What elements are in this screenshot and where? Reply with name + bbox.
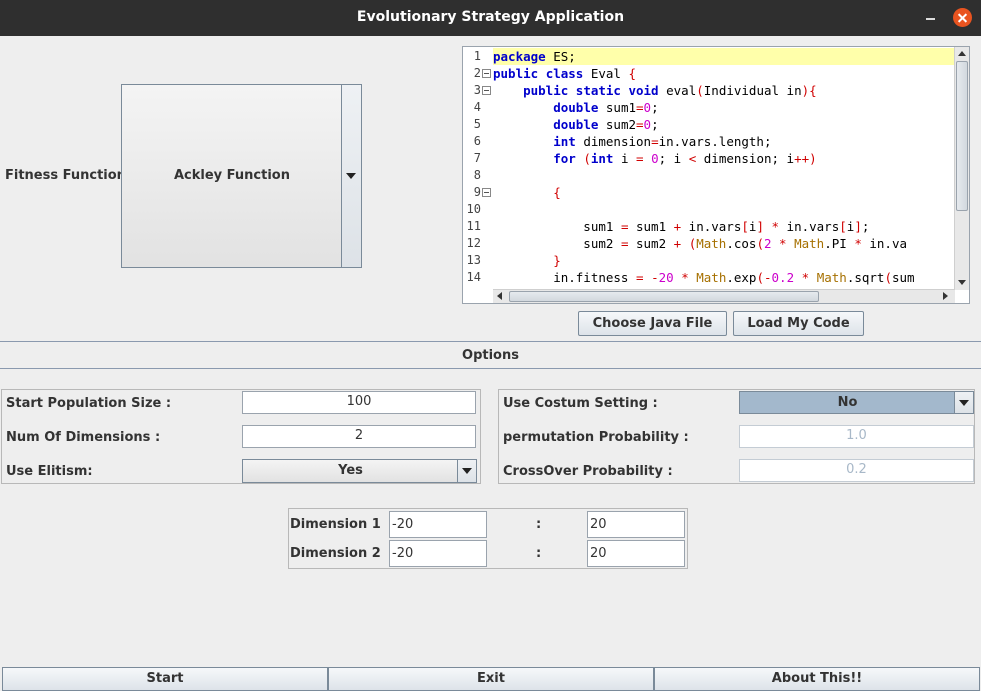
choose-java-file-button[interactable]: Choose Java File	[578, 311, 727, 336]
line-number-gutter: 1 2 3 4 5 6 7 8 9 10 11 12 13 14	[463, 47, 493, 290]
use-elitism-label: Use Elitism:	[6, 464, 93, 479]
use-custom-setting-selected: No	[837, 395, 858, 410]
title-bar: Evolutionary Strategy Application	[0, 0, 981, 36]
code-line: public static void eval(Individual in){	[523, 83, 817, 98]
line-number: 12	[466, 236, 481, 250]
start-population-input[interactable]: 100	[242, 391, 476, 414]
line-number: 14	[466, 270, 481, 284]
editor-horizontal-scrollbar[interactable]	[493, 289, 955, 303]
line-number: 1	[473, 49, 481, 63]
line-number: 9	[473, 185, 481, 199]
line-number: 3	[473, 83, 481, 97]
crossover-probability-label: CrossOver Probability :	[503, 464, 673, 479]
code-line: double sum2=0;	[553, 117, 659, 132]
use-elitism-select[interactable]: Yes	[242, 459, 477, 483]
line-number: 10	[466, 202, 481, 216]
line-number: 6	[473, 134, 481, 148]
scroll-left-icon[interactable]	[497, 292, 502, 300]
code-line: in.fitness = -20 * Math.exp(-0.2 * Math.…	[493, 270, 915, 285]
editor-vertical-scrollbar[interactable]	[954, 47, 969, 290]
dimension-2-max-input[interactable]: 20	[587, 540, 685, 567]
line-number: 2	[473, 66, 481, 80]
app-window: Evolutionary Strategy Application Fitnes…	[0, 0, 981, 691]
chevron-down-icon	[959, 400, 969, 406]
code-line: sum2 = sum2 + (Math.cos(2 * Math.PI * in…	[493, 236, 907, 251]
line-number: 7	[473, 151, 481, 165]
code-line: for (int i = 0; i < dimension; i++)	[553, 151, 817, 166]
fitness-function-label: Fitness Function:	[5, 168, 132, 183]
use-custom-setting-dropdown-arrow[interactable]	[954, 392, 973, 413]
fold-toggle-icon[interactable]	[482, 86, 491, 95]
line-number: 4	[473, 100, 481, 114]
window-title: Evolutionary Strategy Application	[356, 9, 625, 25]
dimension-1-min-input[interactable]: -20	[389, 511, 487, 538]
code-line: {	[553, 185, 561, 200]
line-number: 13	[466, 253, 481, 267]
use-custom-setting-label: Use Costum Setting :	[503, 396, 658, 411]
fold-toggle-icon[interactable]	[482, 69, 491, 78]
close-icon[interactable]	[953, 8, 972, 27]
use-elitism-selected: Yes	[338, 463, 363, 478]
code-line: }	[553, 253, 561, 268]
code-line: double sum1=0;	[553, 100, 659, 115]
horizontal-scroll-thumb[interactable]	[509, 291, 819, 302]
fold-toggle-icon[interactable]	[482, 188, 491, 197]
dimension-1-label: Dimension 1	[290, 517, 381, 532]
dimension-2-label: Dimension 2	[290, 546, 381, 561]
code-line: int dimension=in.vars.length;	[553, 134, 772, 149]
start-button[interactable]: Start	[2, 667, 328, 691]
code-line: sum1 = sum1 + in.vars[i] * in.vars[i];	[493, 219, 870, 234]
line-number: 8	[473, 168, 481, 182]
num-dimensions-input[interactable]: 2	[242, 425, 476, 448]
start-population-label: Start Population Size :	[6, 396, 172, 411]
vertical-scroll-thumb[interactable]	[956, 61, 968, 211]
crossover-probability-input[interactable]: 0.2	[739, 459, 974, 482]
scroll-right-icon[interactable]	[943, 292, 948, 300]
scroll-up-icon[interactable]	[958, 51, 966, 56]
options-separator-top	[0, 341, 981, 342]
options-separator-bottom	[0, 368, 981, 369]
fitness-function-selected: Ackley Function	[174, 168, 290, 183]
exit-button[interactable]: Exit	[328, 667, 654, 691]
use-custom-setting-select[interactable]: No	[739, 391, 974, 414]
options-header: Options	[462, 348, 519, 363]
code-text-area[interactable]: package ES; public class Eval { public s…	[493, 47, 955, 290]
chevron-down-icon	[462, 468, 472, 474]
fitness-dropdown-arrow[interactable]	[341, 85, 361, 267]
code-editor[interactable]: 1 2 3 4 5 6 7 8 9 10 11 12 13 14 package…	[462, 46, 970, 304]
line-number: 5	[473, 117, 481, 131]
minimize-icon[interactable]	[923, 7, 939, 27]
dimension-1-separator: :	[536, 517, 542, 532]
num-dimensions-label: Num Of Dimensions :	[6, 430, 161, 445]
about-button[interactable]: About This!!	[654, 667, 980, 691]
fitness-function-combo[interactable]: Ackley Function	[121, 84, 362, 268]
dimension-1-max-input[interactable]: 20	[587, 511, 685, 538]
permutation-probability-label: permutation Probability :	[503, 430, 689, 445]
scroll-down-icon[interactable]	[958, 280, 966, 285]
dimension-2-min-input[interactable]: -20	[389, 540, 487, 567]
dimension-2-separator: :	[536, 546, 542, 561]
chevron-down-icon	[346, 173, 356, 179]
code-line: public class Eval {	[493, 66, 637, 81]
permutation-probability-input[interactable]: 1.0	[739, 425, 974, 448]
load-my-code-button[interactable]: Load My Code	[733, 311, 864, 336]
code-line: package ES;	[493, 48, 955, 65]
use-elitism-dropdown-arrow[interactable]	[457, 460, 476, 482]
line-number: 11	[466, 219, 481, 233]
